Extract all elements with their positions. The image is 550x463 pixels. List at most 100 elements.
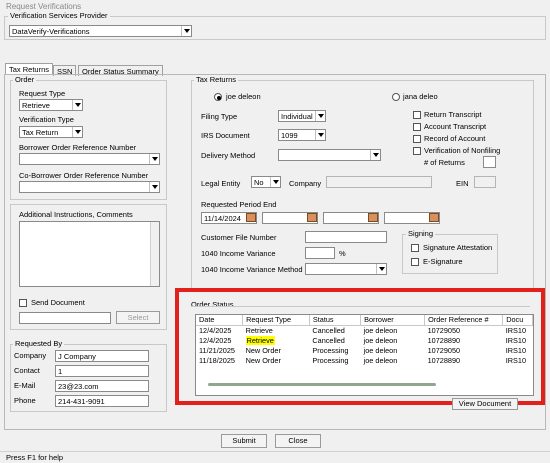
nonfiling-checkbox[interactable] [413, 147, 421, 155]
col-document[interactable]: Docu [502, 315, 533, 326]
cell-status: Cancelled [312, 335, 345, 345]
return-transcript-label: Return Transcript [424, 110, 482, 119]
return-transcript-checkbox[interactable] [413, 111, 421, 119]
coborrower-ref-select[interactable] [19, 181, 160, 193]
col-order-ref[interactable]: Order Reference # [424, 315, 504, 326]
request-type-label: Request Type [19, 89, 66, 98]
num-returns-field[interactable] [483, 156, 496, 168]
send-document-checkbox[interactable] [19, 299, 27, 307]
col-borrower[interactable]: Borrower [360, 315, 426, 326]
chevron-down-icon [376, 264, 386, 274]
cell-date: 12/4/2025 [199, 335, 232, 345]
col-status[interactable]: Status [309, 315, 362, 326]
phone-label: Phone [14, 396, 36, 405]
record-of-account-checkbox[interactable] [413, 135, 421, 143]
cell-borrower: joe deleon [363, 325, 398, 335]
close-button[interactable]: Close [275, 434, 321, 448]
company-field[interactable]: J Company [55, 350, 149, 362]
instructions-label: Additional Instructions, Comments [19, 210, 133, 219]
borrower2-radio[interactable] [392, 93, 400, 101]
signature-attestation-checkbox[interactable] [411, 244, 419, 252]
customer-file-field[interactable] [305, 231, 387, 243]
calendar-icon[interactable] [429, 213, 439, 222]
tab-tax-returns[interactable]: Tax Returns [5, 63, 54, 74]
cell-status: Processing [312, 355, 349, 365]
chevron-down-icon [149, 182, 159, 192]
table-row[interactable]: 12/4/2025 Retrieve Cancelled joe deleon … [196, 335, 533, 345]
legal-entity-label: Legal Entity [201, 179, 241, 188]
tax-returns-group-label: Tax Returns [194, 75, 239, 84]
table-row[interactable]: 12/4/2025 Retrieve Cancelled joe deleon … [196, 325, 533, 335]
period-end-value: 11/14/2024 [204, 214, 241, 223]
contact-label: Contact [14, 366, 40, 375]
email-label: E-Mail [14, 381, 36, 390]
delivery-method-label: Delivery Method [201, 151, 256, 160]
delivery-method-select[interactable] [278, 149, 381, 161]
chevron-down-icon [181, 26, 191, 36]
num-returns-label: # of Returns [424, 158, 465, 167]
highlighted-request-type: Retrieve [245, 335, 275, 345]
percent-label: % [339, 249, 346, 258]
col-date[interactable]: Date [196, 315, 244, 326]
cell-document: IRS10 [505, 325, 527, 335]
contact-field[interactable]: 1 [55, 365, 149, 377]
cell-order-ref: 10728890 [427, 335, 461, 345]
instructions-scrollbar[interactable] [150, 222, 159, 286]
borrower1-radio[interactable] [214, 93, 222, 101]
status-bar-text: Press F1 for help [6, 453, 64, 462]
select-button[interactable]: Select [116, 311, 160, 324]
calendar-icon[interactable] [307, 213, 317, 222]
chevron-down-icon [315, 130, 325, 140]
account-transcript-checkbox[interactable] [413, 123, 421, 131]
horizontal-scrollbar[interactable] [208, 383, 436, 386]
order-status-table[interactable]: Date Request Type Status Borrower Order … [195, 314, 534, 396]
filing-type-select[interactable]: Individual [278, 110, 326, 122]
nonfiling-label: Verification of Nonfiling [424, 146, 501, 155]
verification-type-select[interactable]: Tax Return [19, 126, 83, 138]
email-field[interactable]: 23@23.com [55, 380, 149, 392]
income-variance-field[interactable] [305, 247, 335, 259]
view-document-button[interactable]: View Document [452, 398, 518, 410]
coborrower-ref-label: Co-Borrower Order Reference Number [19, 171, 149, 180]
col-request-type[interactable]: Request Type [242, 315, 310, 326]
submit-button[interactable]: Submit [221, 434, 267, 448]
instructions-textarea[interactable] [19, 221, 160, 287]
request-verifications-window: Request Verifications Verification Servi… [0, 0, 550, 463]
calendar-icon[interactable] [246, 213, 256, 222]
company-entity-field[interactable] [326, 176, 432, 188]
signing-group [402, 234, 498, 274]
document-path-field[interactable] [19, 312, 111, 324]
calendar-icon[interactable] [368, 213, 378, 222]
ein-field[interactable] [474, 176, 496, 188]
account-transcript-label: Account Transcript [424, 122, 487, 131]
verification-type-value: Tax Return [22, 128, 59, 137]
company-entity-label: Company [289, 179, 322, 188]
cell-document: IRS10 [505, 355, 527, 365]
variance-method-label: 1040 Income Variance Method [201, 265, 303, 274]
chevron-down-icon [370, 150, 380, 160]
provider-value: DataVerify-Verifications [12, 27, 90, 36]
borrower1-label: joe deleon [226, 92, 261, 101]
provider-select[interactable]: DataVerify-Verifications [9, 25, 192, 37]
cell-status: Cancelled [312, 325, 345, 335]
cell-borrower: joe deleon [363, 335, 398, 345]
send-document-label: Send Document [31, 298, 85, 307]
verification-type-label: Verification Type [19, 115, 74, 124]
borrower-ref-select[interactable] [19, 153, 160, 165]
irs-document-select[interactable]: 1099 [278, 129, 326, 141]
request-type-select[interactable]: Retrieve [19, 99, 83, 111]
cell-request-type: New Order [245, 355, 281, 365]
period-end-label: Requested Period End [201, 200, 277, 209]
variance-method-select[interactable] [305, 263, 387, 275]
table-row[interactable]: 11/18/2025 New Order Processing joe dele… [196, 355, 533, 365]
signing-label: Signing [406, 229, 436, 238]
table-row[interactable]: 11/21/2025 New Order Processing joe dele… [196, 345, 533, 355]
chevron-down-icon [270, 177, 280, 187]
signature-attestation-label: Signature Attestation [423, 243, 493, 252]
legal-entity-select[interactable]: No [251, 176, 281, 188]
phone-field[interactable]: 214-431-9091 [55, 395, 149, 407]
cell-order-ref: 10728890 [427, 355, 461, 365]
e-signature-checkbox[interactable] [411, 258, 419, 266]
customer-file-label: Customer File Number [201, 233, 277, 242]
income-variance-label: 1040 Income Variance [201, 249, 276, 258]
